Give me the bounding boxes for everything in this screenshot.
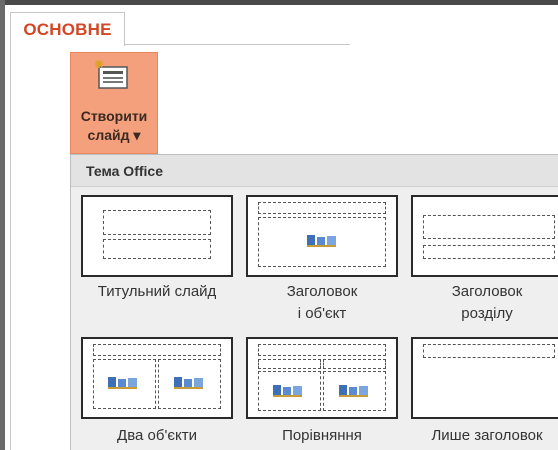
heading-placeholder-left [258,359,321,369]
layout-label: Заголовок розділу [403,281,558,325]
new-slide-label-line1: Створити [80,108,148,124]
layout-thumbnail [411,195,558,277]
title-placeholder [423,215,555,239]
layout-two-content[interactable]: Два об'єкти [81,337,233,447]
new-slide-icon [95,60,128,89]
layout-label-line1: Заголовок [451,283,523,300]
layout-thumbnail [246,195,398,277]
new-slide-label-line2: слайд ▾ [87,127,141,143]
title-placeholder [258,344,386,356]
layout-title-slide[interactable]: Титульний слайд [81,195,233,300]
content-placeholder-icon [339,385,368,397]
new-slide-button[interactable]: Створити слайд ▾ [70,52,158,154]
layout-thumbnail [411,337,558,419]
layout-title-only[interactable]: Лише заголовок [411,337,558,447]
layout-label: Титульний слайд [97,283,217,300]
layout-label-line2: і об'єкт [297,305,347,322]
content-placeholder-icon [307,235,336,247]
layout-label: Два об'єкти [117,427,197,444]
new-slide-label: Створити слайд ▾ [71,107,157,145]
layout-label-line2: розділу [461,305,513,322]
title-placeholder [103,210,211,235]
subtitle-placeholder [103,239,211,259]
layout-label: Лише заголовок [431,427,543,444]
layout-thumbnail [246,337,398,419]
text-placeholder [423,245,555,259]
content-placeholder-icon [108,377,137,389]
layout-title-content[interactable]: Заголовок і об'єкт [246,195,398,322]
layout-label: Порівняння [282,427,362,444]
tab-home[interactable]: ОСНОВНЕ [10,12,125,46]
layout-comparison[interactable]: Порівняння [246,337,398,447]
title-placeholder [423,344,555,358]
heading-placeholder-right [323,359,386,369]
layout-gallery: Тема Office Титульний слайд Заголовок і … [70,154,558,450]
layout-thumbnail [81,337,233,419]
title-placeholder [258,202,386,214]
content-placeholder-icon [174,377,203,389]
layout-label: Заголовок і об'єкт [238,281,406,325]
ribbon-left-border [10,44,11,450]
title-placeholder [93,344,221,356]
layout-section-header[interactable]: Заголовок розділу [411,195,558,322]
gallery-header: Тема Office [71,155,558,187]
layout-label-line1: Заголовок [286,283,358,300]
layout-thumbnail [81,195,233,277]
content-placeholder-icon [273,385,302,397]
